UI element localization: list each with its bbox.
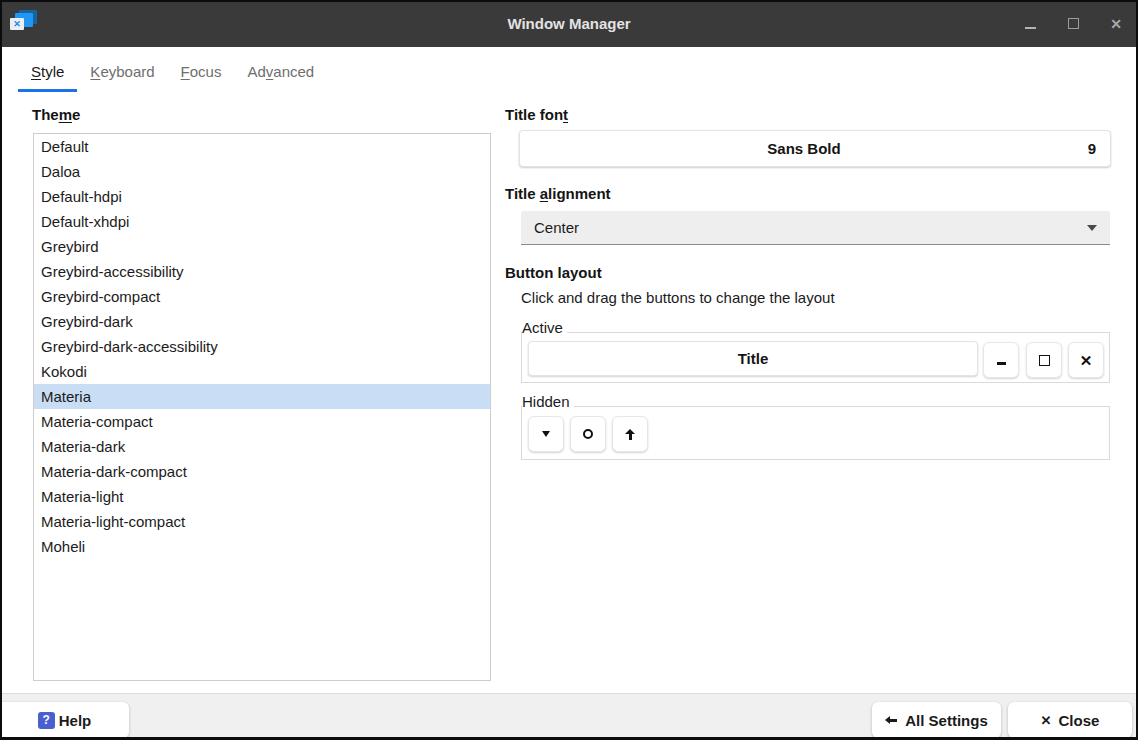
- layout-stick-button[interactable]: [570, 416, 606, 452]
- font-name: Sans Bold: [767, 140, 840, 157]
- theme-list-item[interactable]: Default-hdpi: [34, 184, 490, 209]
- minimize-icon: [997, 362, 1006, 365]
- layout-minimize-button[interactable]: [983, 342, 1019, 378]
- layout-title-button[interactable]: Title: [528, 341, 978, 376]
- help-button[interactable]: ? Help: [0, 702, 129, 738]
- hidden-buttons-frame: Hidden: [521, 406, 1110, 460]
- maximize-icon: [1039, 355, 1050, 366]
- theme-list-item[interactable]: Materia-light: [34, 484, 490, 509]
- chevron-down-icon: [1087, 225, 1097, 231]
- window-title: Window Manager: [0, 15, 1138, 32]
- theme-list-item[interactable]: Materia-dark: [34, 434, 490, 459]
- tab-focus[interactable]: Focus: [168, 56, 235, 92]
- all-settings-button[interactable]: All Settings: [872, 702, 1001, 738]
- title-alignment-dropdown[interactable]: Center: [521, 211, 1110, 245]
- close-icon: ✕: [1041, 714, 1052, 727]
- layout-fill-button[interactable]: [612, 416, 648, 452]
- button-layout-hint: Click and drag the buttons to change the…: [521, 289, 835, 306]
- theme-list-item[interactable]: Default: [34, 134, 490, 159]
- theme-list-item[interactable]: Materia-light-compact: [34, 509, 490, 534]
- layout-maximize-button[interactable]: [1026, 342, 1062, 378]
- hidden-frame-label: Hidden: [522, 393, 574, 410]
- close-button[interactable]: ✕ Close: [1008, 702, 1132, 738]
- title-font-button[interactable]: Sans Bold 9: [519, 130, 1111, 167]
- theme-list-item[interactable]: Materia-dark-compact: [34, 459, 490, 484]
- maximize-icon[interactable]: [1065, 16, 1081, 32]
- title-alignment-label: Title alignment: [505, 185, 611, 202]
- back-arrow-icon: [885, 715, 898, 725]
- font-size: 9: [1088, 140, 1096, 157]
- theme-list-item-selected[interactable]: Materia: [34, 384, 490, 409]
- layout-shade-button[interactable]: [528, 416, 564, 452]
- theme-list[interactable]: Default Daloa Default-hdpi Default-xhdpi…: [33, 133, 491, 681]
- active-frame-label: Active: [522, 319, 567, 336]
- theme-list-item[interactable]: Materia-compact: [34, 409, 490, 434]
- arrow-up-icon: [625, 429, 635, 440]
- titlebar: ✕ Window Manager ✕: [0, 0, 1138, 47]
- theme-list-item[interactable]: Greybird-compact: [34, 284, 490, 309]
- tab-keyboard[interactable]: Keyboard: [77, 56, 167, 92]
- title-font-label: Title font: [505, 106, 568, 123]
- tab-bar: Style Keyboard Focus Advanced: [18, 56, 327, 92]
- theme-list-item[interactable]: Greybird: [34, 234, 490, 259]
- theme-list-item[interactable]: Kokodi: [34, 359, 490, 384]
- theme-label: Theme: [32, 106, 80, 123]
- close-icon: ✕: [1080, 353, 1093, 368]
- triangle-down-icon: [542, 431, 550, 437]
- theme-list-item[interactable]: Moheli: [34, 534, 490, 559]
- theme-list-item[interactable]: Greybird-accessibility: [34, 259, 490, 284]
- theme-list-item[interactable]: Daloa: [34, 159, 490, 184]
- title-alignment-value: Center: [534, 219, 579, 236]
- button-layout-label: Button layout: [505, 264, 602, 281]
- window-controls: ✕: [1022, 0, 1124, 47]
- theme-list-item[interactable]: Greybird-dark: [34, 309, 490, 334]
- footer-bar: ? Help All Settings ✕ Close: [0, 693, 1138, 740]
- active-buttons-frame: Active Title ✕: [521, 332, 1110, 383]
- theme-list-item[interactable]: Default-xhdpi: [34, 209, 490, 234]
- tab-advanced[interactable]: Advanced: [234, 56, 327, 92]
- help-icon: ?: [38, 712, 55, 729]
- close-icon[interactable]: ✕: [1108, 16, 1124, 32]
- theme-list-item[interactable]: Greybird-dark-accessibility: [34, 334, 490, 359]
- circle-icon: [583, 429, 593, 439]
- tab-style[interactable]: Style: [18, 56, 77, 92]
- minimize-icon[interactable]: [1022, 16, 1038, 32]
- layout-close-button[interactable]: ✕: [1068, 342, 1104, 378]
